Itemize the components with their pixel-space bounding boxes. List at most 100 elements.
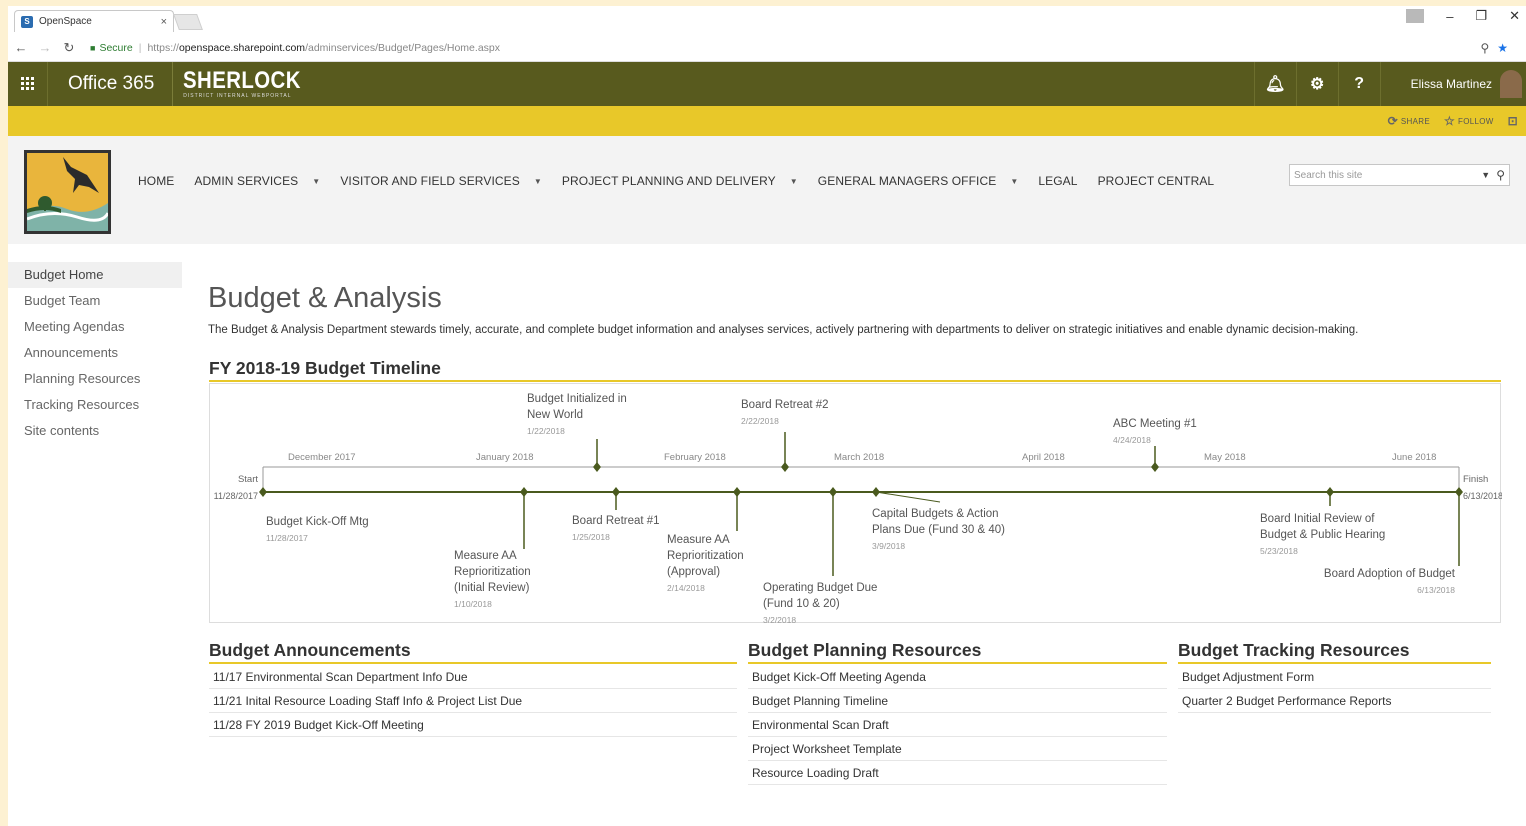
planning-link[interactable]: Project Worksheet Template [748,737,1167,761]
announcements-rule [209,662,737,664]
suite-actions: 🔔︎ ⚙ ? Elissa Martinez [1253,62,1526,106]
timeline-finish-label: Finish [1463,474,1488,485]
timeline-month-label: December 2017 [288,452,356,463]
left-nav-item-meeting-agendas[interactable]: Meeting Agendas [8,314,182,340]
announcements-link[interactable]: 11/28 FY 2019 Budget Kick-Off Meeting [209,713,737,737]
user-menu[interactable]: Elissa Martinez [1379,62,1526,106]
tracking-list: Budget Adjustment Form Quarter 2 Budget P… [1178,665,1491,713]
star-icon: ☆ [1443,114,1456,128]
avatar [1500,70,1522,98]
chevron-down-icon[interactable]: ▼ [534,177,542,186]
url-host: openspace.sharepoint.com [178,41,306,54]
bookmark-star-icon[interactable]: ★ [1497,41,1508,55]
site-header: HOME ADMIN SERVICES ▼ VISITOR AND FIELD SER… [8,136,1526,244]
focus-content-icon[interactable]: ⊡ [1508,114,1518,128]
page-description: The Budget & Analysis Department steward… [208,324,1359,336]
notifications-bell-icon[interactable]: 🔔︎ [1253,62,1296,106]
nav-item-project-planning-and-delivery[interactable]: PROJECT PLANNING AND DELIVERY ▼ [562,174,798,188]
milestone-date: 1/10/2018 [454,599,492,609]
sharepoint-icon: S [21,15,33,28]
close-window-icon[interactable]: ✕ [1509,8,1520,24]
search-icon[interactable]: ⚲ [1496,168,1505,182]
url-path: /adminservices/Budget/Pages/Home.aspx [305,41,500,54]
minimize-icon[interactable]: – [1446,9,1453,24]
site-logo[interactable] [24,150,111,234]
planning-link[interactable]: Environmental Scan Draft [748,713,1167,737]
page-title: Budget & Analysis [208,282,442,314]
milestone-title-line: New World [527,409,583,421]
timeline-month-label: June 2018 [1392,452,1436,463]
nav-item-home[interactable]: HOME [138,174,174,188]
forward-icon[interactable]: → [34,40,56,55]
left-nav-item-announcements[interactable]: Announcements [8,340,182,366]
office365-link[interactable]: Office 365 [48,62,174,106]
milestone-title-line: Plans Due (Fund 30 & 40) [872,524,1005,536]
left-nav-item-budget-home[interactable]: Budget Home [8,262,182,288]
search-input[interactable]: Search this site [1294,170,1481,181]
nav-item-general-managers-office[interactable]: GENERAL MANAGERS OFFICE ▼ [818,174,1019,188]
search-scope-dropdown-icon[interactable]: ▼ [1481,170,1490,180]
tracking-link[interactable]: Budget Adjustment Form [1178,665,1491,689]
milestone-date: 11/28/2017 [266,533,308,543]
close-tab-icon[interactable]: × [161,16,167,28]
left-nav-item-tracking-resources[interactable]: Tracking Resources [8,392,182,418]
nav-item-admin-services[interactable]: ADMIN SERVICES ▼ [194,174,320,188]
announcements-link[interactable]: 11/21 Inital Resource Loading Staff Info… [209,689,737,713]
planning-link[interactable]: Budget Kick-Off Meeting Agenda [748,665,1167,689]
announcements-list: 11/17 Environmental Scan Department Info… [209,665,737,737]
milestone-title-line: Measure AA [667,534,730,546]
timeline-heading: FY 2018-19 Budget Timeline [209,358,441,378]
suite-bar: Office 365 SHERLOCK DISTRICT INTERNAL WE… [8,62,1526,106]
nav-item-project-central[interactable]: PROJECT CENTRAL [1098,174,1215,188]
new-tab-button[interactable] [173,14,203,30]
app-launcher-icon[interactable] [8,62,48,106]
tracking-rule [1178,662,1491,664]
left-nav-item-site-contents[interactable]: Site contents [8,418,182,444]
left-navigation: Budget Home Budget Team Meeting Agendas Ann… [8,262,182,444]
browser-tab[interactable]: S OpenSpace × [14,10,174,32]
reload-icon[interactable]: ↻ [58,40,80,56]
left-nav-item-budget-team[interactable]: Budget Team [8,288,182,314]
share-button[interactable]: ⟳ SHARE [1388,114,1430,128]
milestone-title-line: Reprioritization [667,550,744,562]
chevron-down-icon[interactable]: ▼ [312,177,320,186]
restore-icon[interactable]: ❐ [1475,8,1487,24]
milestone-date: 1/22/2018 [527,426,565,436]
milestone-title-line: Measure AA [454,550,517,562]
page-ribbon: ⟳ SHARE ☆ FOLLOW ⊡ [8,106,1526,136]
share-icon: ⟳ [1387,114,1398,128]
timeline-month-label: March 2018 [834,452,884,463]
tracking-link[interactable]: Quarter 2 Budget Performance Reports [1178,689,1491,713]
site-brand: SHERLOCK [183,67,302,94]
url-scheme: https:// [147,41,179,54]
lock-icon: ■ [90,42,96,53]
site-search[interactable]: Search this site ▼ ⚲ [1289,164,1510,186]
milestone-date: 3/2/2018 [763,615,796,624]
help-icon[interactable]: ? [1337,62,1380,106]
profile-icon[interactable] [1406,9,1425,23]
nav-item-label: HOME [138,174,175,188]
planning-link[interactable]: Budget Planning Timeline [748,689,1167,713]
nav-item-label: PROJECT PLANNING AND DELIVERY [561,174,776,188]
chevron-down-icon[interactable]: ▼ [1010,177,1018,186]
milestone-title-line: (Approval) [667,566,720,578]
milestone-date: 2/22/2018 [741,416,779,426]
nav-item-label: ADMIN SERVICES [194,174,299,188]
back-icon[interactable]: ← [10,40,32,55]
nav-item-legal[interactable]: LEGAL [1038,174,1077,188]
follow-button[interactable]: ☆ FOLLOW [1444,114,1494,128]
top-navigation: HOME ADMIN SERVICES ▼ VISITOR AND FIELD SER… [138,174,1234,188]
url-field[interactable]: ■ Secure | https:// openspace.sharepoint… [90,42,1480,54]
settings-gear-icon[interactable]: ⚙ [1295,62,1338,106]
budget-timeline: December 2017 January 2018 February 2018 Ma… [209,383,1502,624]
milestone-title-line: Board Adoption of Budget [1324,568,1456,580]
nav-item-visitor-and-field-services[interactable]: VISITOR AND FIELD SERVICES ▼ [340,174,542,188]
planning-link[interactable]: Resource Loading Draft [748,761,1167,785]
left-nav-item-planning-resources[interactable]: Planning Resources [8,366,182,392]
nav-item-label: PROJECT CENTRAL [1097,174,1215,188]
site-brand-logo[interactable]: SHERLOCK DISTRICT INTERNAL WEBPORTAL [173,62,322,106]
milestone-title-line: Board Retreat #2 [741,399,829,411]
zoom-icon[interactable]: ⚲ [1480,41,1489,55]
chevron-down-icon[interactable]: ▼ [790,177,798,186]
announcements-link[interactable]: 11/17 Environmental Scan Department Info… [209,665,737,689]
